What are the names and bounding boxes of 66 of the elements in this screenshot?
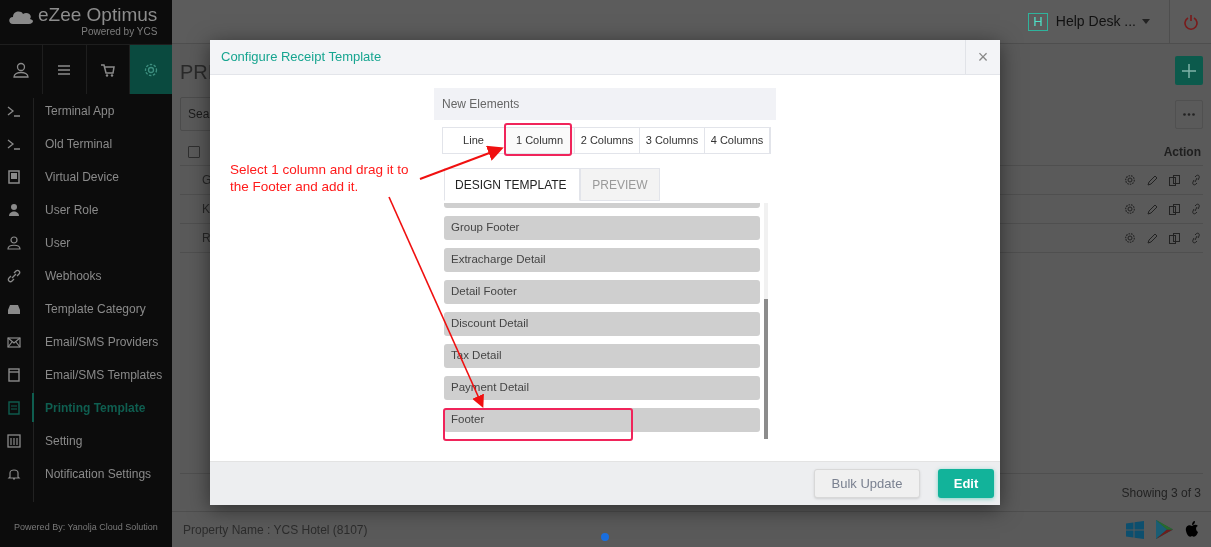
template-section[interactable]: Detail Footer bbox=[444, 280, 760, 304]
sidebar-item[interactable]: Email/SMS Providers bbox=[45, 332, 159, 351]
caret-icon[interactable] bbox=[1142, 19, 1150, 24]
bulk-update-button[interactable]: Bulk Update bbox=[814, 469, 920, 498]
checkbox[interactable] bbox=[188, 145, 200, 158]
pencil-icon[interactable] bbox=[1147, 203, 1158, 215]
sidebar-item[interactable]: Email/SMS Templates bbox=[45, 365, 163, 384]
element-option[interactable]: 1 Column bbox=[505, 128, 575, 153]
copy-icon[interactable] bbox=[1169, 232, 1180, 244]
sidebar-item[interactable]: User Role bbox=[45, 200, 99, 219]
column-header: Action bbox=[1163, 143, 1201, 161]
pencil-icon[interactable] bbox=[1147, 232, 1158, 244]
bell-icon bbox=[7, 466, 21, 481]
sidebar-item[interactable]: Notification Settings bbox=[45, 464, 152, 483]
sidebar-item[interactable]: Virtual Device bbox=[45, 167, 119, 186]
sidebar-tab[interactable] bbox=[129, 45, 172, 94]
panel-title: New Elements bbox=[442, 96, 520, 113]
brand-tagline: Powered by YCS bbox=[81, 26, 158, 37]
copy-icon[interactable] bbox=[1169, 174, 1180, 186]
sidebar-item[interactable]: Old Terminal bbox=[45, 134, 113, 153]
calendar-icon bbox=[7, 367, 21, 382]
plus-icon bbox=[1182, 63, 1196, 78]
pencil-icon[interactable] bbox=[1147, 174, 1158, 186]
user-icon bbox=[7, 235, 21, 250]
template-section[interactable]: Discount Detail bbox=[444, 312, 760, 336]
annotation-text: Select 1 column and drag it to the Footer and add it. bbox=[230, 161, 410, 195]
template-section[interactable]: Footer bbox=[444, 408, 760, 432]
template-section[interactable]: Group Footer bbox=[444, 216, 760, 240]
link-icon[interactable] bbox=[1191, 232, 1201, 244]
powered-by-text: Powered By: Yanolja Cloud Solution bbox=[14, 521, 158, 535]
cart-icon bbox=[99, 61, 116, 78]
power-icon[interactable] bbox=[1183, 13, 1198, 30]
receipt-icon bbox=[7, 400, 21, 415]
settings-icon[interactable] bbox=[1125, 203, 1136, 215]
tablet-icon bbox=[7, 169, 21, 184]
settings-icon bbox=[142, 61, 159, 78]
envelope-icon bbox=[7, 334, 21, 349]
template-section[interactable]: Extracharge Detail bbox=[444, 248, 760, 272]
more-icon bbox=[1183, 112, 1195, 116]
more-button[interactable] bbox=[1175, 99, 1203, 129]
sidebar-item[interactable]: Terminal App bbox=[45, 101, 115, 120]
tab[interactable]: DESIGN TEMPLATE bbox=[444, 168, 580, 201]
close-button[interactable]: × bbox=[965, 40, 1000, 74]
brand-name: eZee Optimus bbox=[38, 4, 158, 26]
user-icon bbox=[13, 61, 30, 78]
sliders-icon bbox=[7, 433, 21, 448]
copy-icon[interactable] bbox=[1169, 203, 1180, 215]
link-icon[interactable] bbox=[1191, 203, 1201, 215]
sidebar-item[interactable]: User bbox=[45, 233, 71, 252]
windows-icon[interactable] bbox=[1126, 520, 1144, 539]
result-count: Showing 3 of 3 bbox=[1121, 484, 1201, 502]
account-badge: H bbox=[1027, 12, 1048, 31]
scrollbar-thumb[interactable] bbox=[764, 299, 768, 439]
dialog-title: Configure Receipt Template bbox=[221, 48, 382, 67]
play-store-icon[interactable] bbox=[1156, 520, 1173, 539]
sidebar-item[interactable]: Webhooks bbox=[45, 266, 102, 285]
add-button[interactable] bbox=[1175, 56, 1203, 85]
link-icon bbox=[7, 268, 21, 283]
settings-icon[interactable] bbox=[1125, 174, 1136, 186]
apple-icon[interactable] bbox=[1185, 521, 1199, 538]
link-icon[interactable] bbox=[1191, 174, 1201, 186]
person-icon bbox=[7, 202, 21, 217]
sidebar-item[interactable]: Setting bbox=[45, 431, 83, 450]
page-dot-icon bbox=[601, 533, 609, 541]
sidebar-item[interactable]: Template Category bbox=[45, 299, 146, 318]
settings-icon[interactable] bbox=[1125, 232, 1136, 244]
